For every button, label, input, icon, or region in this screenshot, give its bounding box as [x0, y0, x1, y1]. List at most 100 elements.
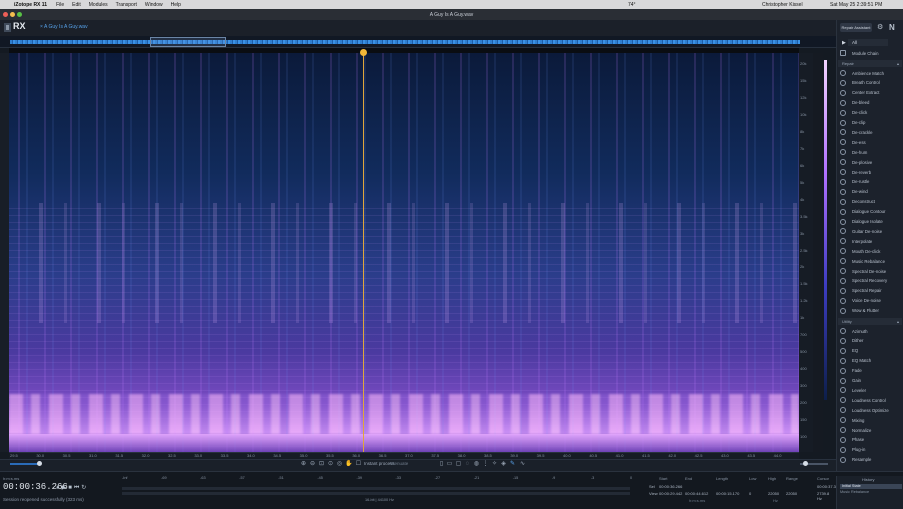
module-item[interactable]: Interpolate	[840, 236, 902, 246]
clock[interactable]: Sat May 25 2:39:51 PM	[830, 2, 882, 8]
module-item[interactable]: Dialogue Contour	[840, 207, 902, 217]
module-item[interactable]: Normalize	[840, 425, 902, 435]
module-item[interactable]: De-bleed	[840, 98, 902, 108]
module-item[interactable]: EQ	[840, 346, 902, 356]
brush-select-icon[interactable]: ◍	[473, 461, 480, 468]
module-item[interactable]: EQ Match	[840, 356, 902, 366]
box-select-icon[interactable]: ▢	[455, 461, 462, 468]
timecode-format-label[interactable]: h:m:s.ms	[3, 476, 19, 481]
time-tick-label: 33.5	[220, 453, 229, 458]
module-item[interactable]: De-wind	[840, 187, 902, 197]
zoom-selection-icon[interactable]: ⊡	[318, 461, 325, 468]
zoom-fit-icon[interactable]: ⊙	[327, 461, 334, 468]
app-menu[interactable]: iZotope RX 11	[14, 2, 47, 8]
play-module-icon[interactable]: ▶	[842, 40, 846, 46]
module-item[interactable]: Loudness Control	[840, 395, 902, 405]
module-item[interactable]: Breath Control	[840, 78, 902, 88]
history-item-initial-state[interactable]: Initial State	[840, 484, 902, 489]
magic-wand-icon[interactable]: ✧	[491, 461, 498, 468]
module-label: Interpolate	[852, 238, 873, 244]
settings-icon[interactable]: ⚙	[877, 24, 885, 32]
zoom-window-button[interactable]	[17, 12, 22, 17]
module-label: Spectral De-noise	[852, 268, 887, 274]
hand-tool-icon[interactable]: ✋	[345, 461, 352, 468]
module-item[interactable]: De-clip	[840, 118, 902, 128]
zoom-in-icon[interactable]: ⊕	[300, 461, 307, 468]
menu-help[interactable]: Help	[171, 2, 181, 8]
close-window-button[interactable]	[3, 12, 8, 17]
module-item[interactable]: Mixing	[840, 415, 902, 425]
module-icon	[840, 208, 846, 215]
overview-view-selection[interactable]	[150, 37, 226, 47]
attenuate-dropdown[interactable]: Attenuate	[389, 461, 408, 466]
menu-file[interactable]: File	[56, 2, 64, 8]
module-item[interactable]: De-hum	[840, 147, 902, 157]
playhead-marker[interactable]	[360, 49, 367, 56]
repair-assistant-button[interactable]: Repair Assistant	[840, 23, 872, 32]
spectrogram-view[interactable]	[9, 53, 799, 452]
time-select-icon[interactable]: ▯	[438, 461, 445, 468]
module-item[interactable]: Mouth De-click	[840, 246, 902, 256]
module-item[interactable]: Phase	[840, 435, 902, 445]
lasso-select-icon[interactable]: ◌	[464, 461, 471, 468]
module-item[interactable]: Guitar De-noise	[840, 226, 902, 236]
module-item[interactable]: Dialogue Isolate	[840, 217, 902, 227]
module-item[interactable]: Azimuth	[840, 326, 902, 336]
horizontal-zoom-handle[interactable]	[37, 461, 42, 466]
module-item[interactable]: Leveler	[840, 385, 902, 395]
frequency-tick-label: 100	[800, 434, 807, 440]
module-icon	[840, 238, 846, 245]
module-item[interactable]: Deconstruct	[840, 197, 902, 207]
module-filter-select[interactable]: All	[848, 39, 888, 46]
module-item[interactable]: Spectral Recovery	[840, 276, 902, 286]
module-item[interactable]: Center Extract	[840, 88, 902, 98]
module-item[interactable]: Dither	[840, 336, 902, 346]
horizontal-zoom-slider[interactable]	[10, 463, 40, 465]
selection-header: End	[685, 476, 693, 481]
module-item[interactable]: De-reverb	[840, 167, 902, 177]
menu-edit[interactable]: Edit	[72, 2, 81, 8]
module-item[interactable]: De-ess	[840, 137, 902, 147]
repair-section-header[interactable]: Repair ▴	[838, 60, 902, 67]
module-icon	[840, 178, 846, 185]
module-item[interactable]: Ambience Match	[840, 68, 902, 78]
menu-window[interactable]: Window	[145, 2, 163, 8]
module-label: Music Rebalance	[852, 258, 885, 264]
module-item[interactable]: Voice De-noise	[840, 296, 902, 306]
user-name[interactable]: Christopher Kissel	[762, 2, 803, 8]
module-label: De-bleed	[852, 100, 870, 106]
module-item[interactable]: De-click	[840, 108, 902, 118]
module-item[interactable]: Gain	[840, 376, 902, 386]
zoom-out-icon[interactable]: ⊖	[309, 461, 316, 468]
weather-text[interactable]: 74°	[628, 2, 636, 8]
harmonic-select-icon[interactable]: ⋮	[482, 461, 489, 468]
module-item[interactable]: De-rustle	[840, 177, 902, 187]
module-item[interactable]: De-plosive	[840, 157, 902, 167]
minimize-window-button[interactable]	[10, 12, 15, 17]
utility-section-header[interactable]: Utility ▴	[838, 318, 902, 325]
module-item[interactable]: Spectral De-noise	[840, 266, 902, 276]
chain-icon	[840, 50, 846, 56]
meter-tick-label: 0	[630, 476, 633, 480]
module-item[interactable]: Fade	[840, 366, 902, 376]
menu-modules[interactable]: Modules	[89, 2, 108, 8]
instant-process-checkbox[interactable]: ☐	[355, 461, 362, 468]
module-item[interactable]: De-crackle	[840, 127, 902, 137]
pencil-tool-icon[interactable]: ✎	[509, 461, 516, 468]
menu-transport[interactable]: Transport	[116, 2, 137, 8]
file-tab[interactable]: × A Guy Is A Guy.wav	[40, 24, 88, 30]
find-similar-icon[interactable]: ◈	[500, 461, 507, 468]
module-item[interactable]: Music Rebalance	[840, 256, 902, 266]
vertical-zoom-handle[interactable]	[803, 461, 808, 466]
zoom-reset-icon[interactable]: ◎	[336, 461, 343, 468]
frequency-select-icon[interactable]: ▭	[446, 461, 453, 468]
module-item[interactable]: Wow & Flutter	[840, 306, 902, 316]
waveform-toggle-icon[interactable]: ∿	[519, 461, 526, 468]
module-item[interactable]: Spectral Repair	[840, 286, 902, 296]
loop-icon[interactable]: ↻	[81, 485, 88, 491]
module-item[interactable]: Loudness Optimize	[840, 405, 902, 415]
history-item-music-rebalance[interactable]: Music Rebalance	[840, 490, 869, 494]
module-item[interactable]: Resample	[840, 455, 902, 465]
module-chain-button[interactable]: Module Chain	[840, 48, 902, 58]
module-item[interactable]: Plug-in	[840, 445, 902, 455]
